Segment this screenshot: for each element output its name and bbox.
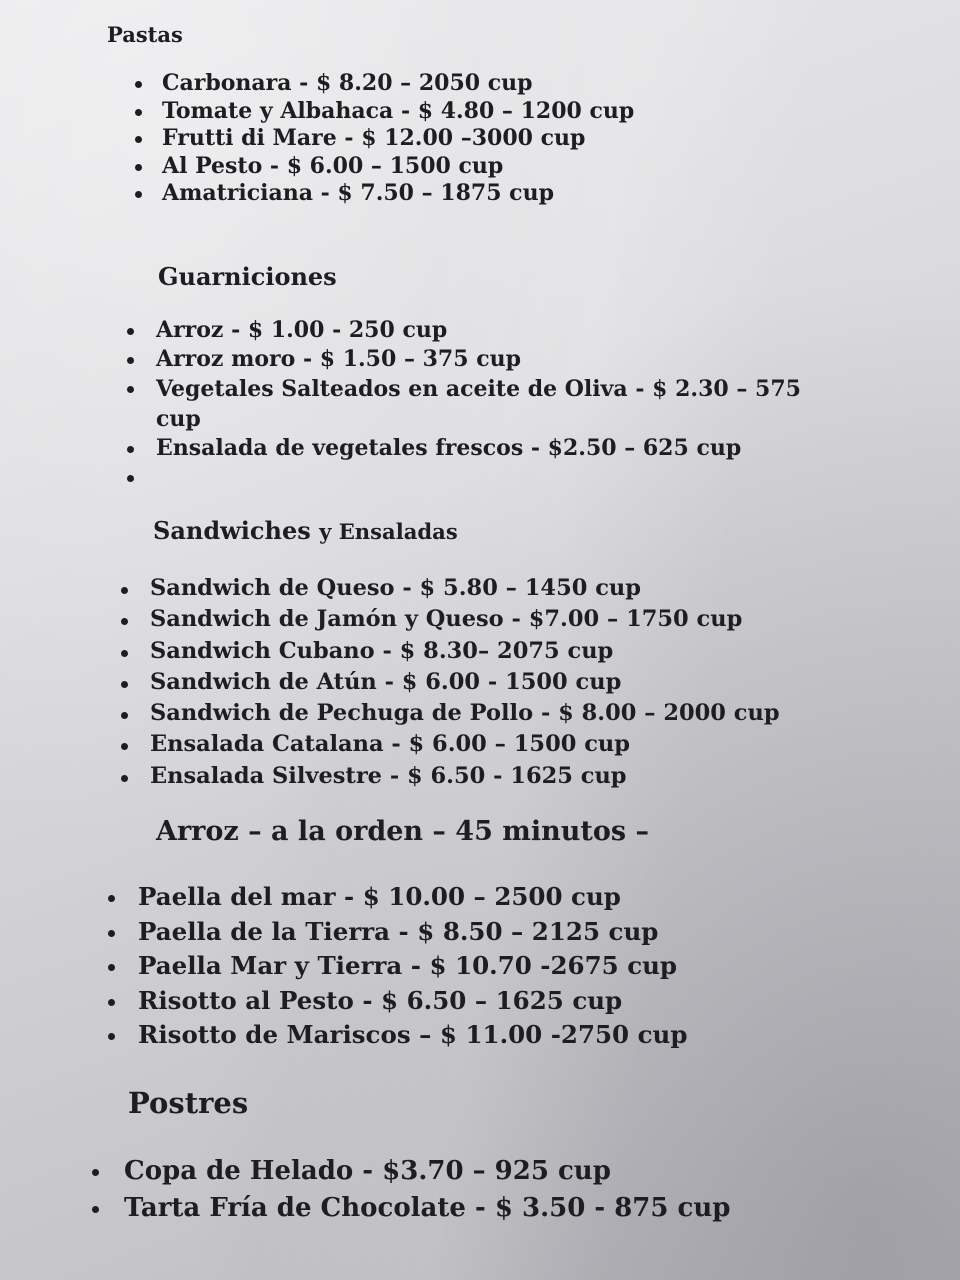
menu-item: Ensalada Catalana - $ 6.00 – 1500 cup [121, 729, 780, 760]
section-title-postres: Postres [128, 1086, 249, 1120]
menu-item-text: Vegetales Salteados en aceite de Oliva -… [156, 376, 801, 432]
item-list-arroz: Paella del mar - $ 10.00 – 2500 cup Pael… [108, 880, 688, 1053]
menu-item-text: Sandwich Cubano - $ 8.30– 2075 cup [150, 637, 614, 664]
menu-item: Tomate y Albahaca - $ 4.80 – 1200 cup [135, 97, 635, 126]
item-list-pastas: Carbonara - $ 8.20 – 2050 cup Tomate y A… [135, 70, 635, 208]
menu-item-text: Sandwich de Atún - $ 6.00 - 1500 cup [150, 668, 622, 695]
menu-item: Sandwich de Queso - $ 5.80 – 1450 cup [121, 573, 780, 604]
menu-item: Paella del mar - $ 10.00 – 2500 cup [108, 880, 688, 915]
menu-item-text: Amatriciana - $ 7.50 – 1875 cup [162, 180, 554, 206]
section-title-pastas: Pastas [107, 22, 183, 47]
menu-item: Tarta Fría de Chocolate - $ 3.50 - 875 c… [92, 1190, 731, 1227]
menu-item: Risotto al Pesto - $ 6.50 – 1625 cup [108, 984, 688, 1019]
menu-item: Ensalada Silvestre - $ 6.50 - 1625 cup [121, 761, 780, 792]
item-list-postres: Copa de Helado - $3.70 – 925 cup Tarta F… [92, 1153, 731, 1227]
menu-item-text: Frutti di Mare - $ 12.00 –3000 cup [162, 125, 586, 151]
menu-item: Sandwich de Jamón y Queso - $7.00 – 1750… [121, 604, 780, 635]
menu-item-text: Paella de la Tierra - $ 8.50 – 2125 cup [138, 916, 659, 946]
menu-item: Frutti di Mare - $ 12.00 –3000 cup [135, 125, 634, 153]
menu-item-text: Tomate y Albahaca - $ 4.80 – 1200 cup [162, 97, 635, 124]
menu-item-text: Ensalada de vegetales frescos - $2.50 – … [156, 435, 742, 461]
menu-item-text: Ensalada Catalana - $ 6.00 – 1500 cup [150, 731, 631, 758]
menu-item: Vegetales Salteados en aceite de Oliva -… [127, 374, 846, 434]
menu-item-text: Carbonara - $ 8.20 – 2050 cup [162, 70, 533, 96]
menu-item: Paella Mar y Tierra - $ 10.70 -2675 cup [108, 949, 688, 984]
section-title-main: Sandwiches [153, 516, 311, 545]
menu-item: Arroz - $ 1.00 - 250 cup [127, 316, 846, 345]
menu-item-text: Copa de Helado - $3.70 – 925 cup [124, 1156, 611, 1186]
section-title-guarniciones: Guarniciones [158, 262, 337, 291]
menu-item-text: Risotto al Pesto - $ 6.50 – 1625 cup [138, 985, 623, 1015]
menu-item-text: Risotto de Mariscos – $ 11.00 -2750 cup [138, 1020, 688, 1049]
section-title-sandwiches: Sandwiches y Ensaladas [153, 516, 458, 545]
menu-item: Sandwich Cubano - $ 8.30– 2075 cup [121, 636, 780, 667]
item-list-guarniciones: Arroz - $ 1.00 - 250 cup Arroz moro - $ … [127, 316, 846, 492]
menu-item: Ensalada de vegetales frescos - $2.50 – … [127, 434, 846, 463]
menu-item-text: Sandwich de Pechuga de Pollo - $ 8.00 – … [150, 700, 780, 727]
menu-item-text: Ensalada Silvestre - $ 6.50 - 1625 cup [150, 762, 627, 789]
menu-item: Risotto de Mariscos – $ 11.00 -2750 cup [108, 1018, 688, 1053]
menu-item-text: Sandwich de Queso - $ 5.80 – 1450 cup [150, 575, 642, 601]
menu-item-text: Al Pesto - $ 6.00 – 1500 cup [162, 152, 504, 179]
menu-item: Paella de la Tierra - $ 8.50 – 2125 cup [108, 915, 688, 950]
menu-item: Sandwich de Atún - $ 6.00 - 1500 cup [121, 667, 780, 698]
item-list-sandwiches: Sandwich de Queso - $ 5.80 – 1450 cup Sa… [121, 573, 780, 792]
menu-item-empty [127, 463, 846, 492]
menu-item: Amatriciana - $ 7.50 – 1875 cup [135, 180, 634, 208]
menu-item: Copa de Helado - $3.70 – 925 cup [92, 1153, 730, 1190]
menu-item-text: Arroz moro - $ 1.50 – 375 cup [156, 346, 521, 372]
menu-item: Arroz moro - $ 1.50 – 375 cup [127, 345, 846, 374]
menu-item-text: Paella Mar y Tierra - $ 10.70 -2675 cup [138, 951, 678, 980]
menu-item-text: Sandwich de Jamón y Queso - $7.00 – 1750… [150, 606, 743, 633]
menu-item-text: Arroz - $ 1.00 - 250 cup [156, 317, 448, 343]
menu-item-text: Tarta Fría de Chocolate - $ 3.50 - 875 c… [124, 1193, 731, 1223]
menu-item-text: Paella del mar - $ 10.00 – 2500 cup [138, 882, 621, 911]
menu-item: Sandwich de Pechuga de Pollo - $ 8.00 – … [121, 698, 780, 729]
section-title-suffix: y Ensaladas [319, 519, 458, 544]
section-title-arroz: Arroz – a la orden – 45 minutos – [156, 816, 649, 847]
menu-item: Carbonara - $ 8.20 – 2050 cup [135, 70, 634, 98]
menu-item: Al Pesto - $ 6.00 – 1500 cup [135, 152, 634, 181]
